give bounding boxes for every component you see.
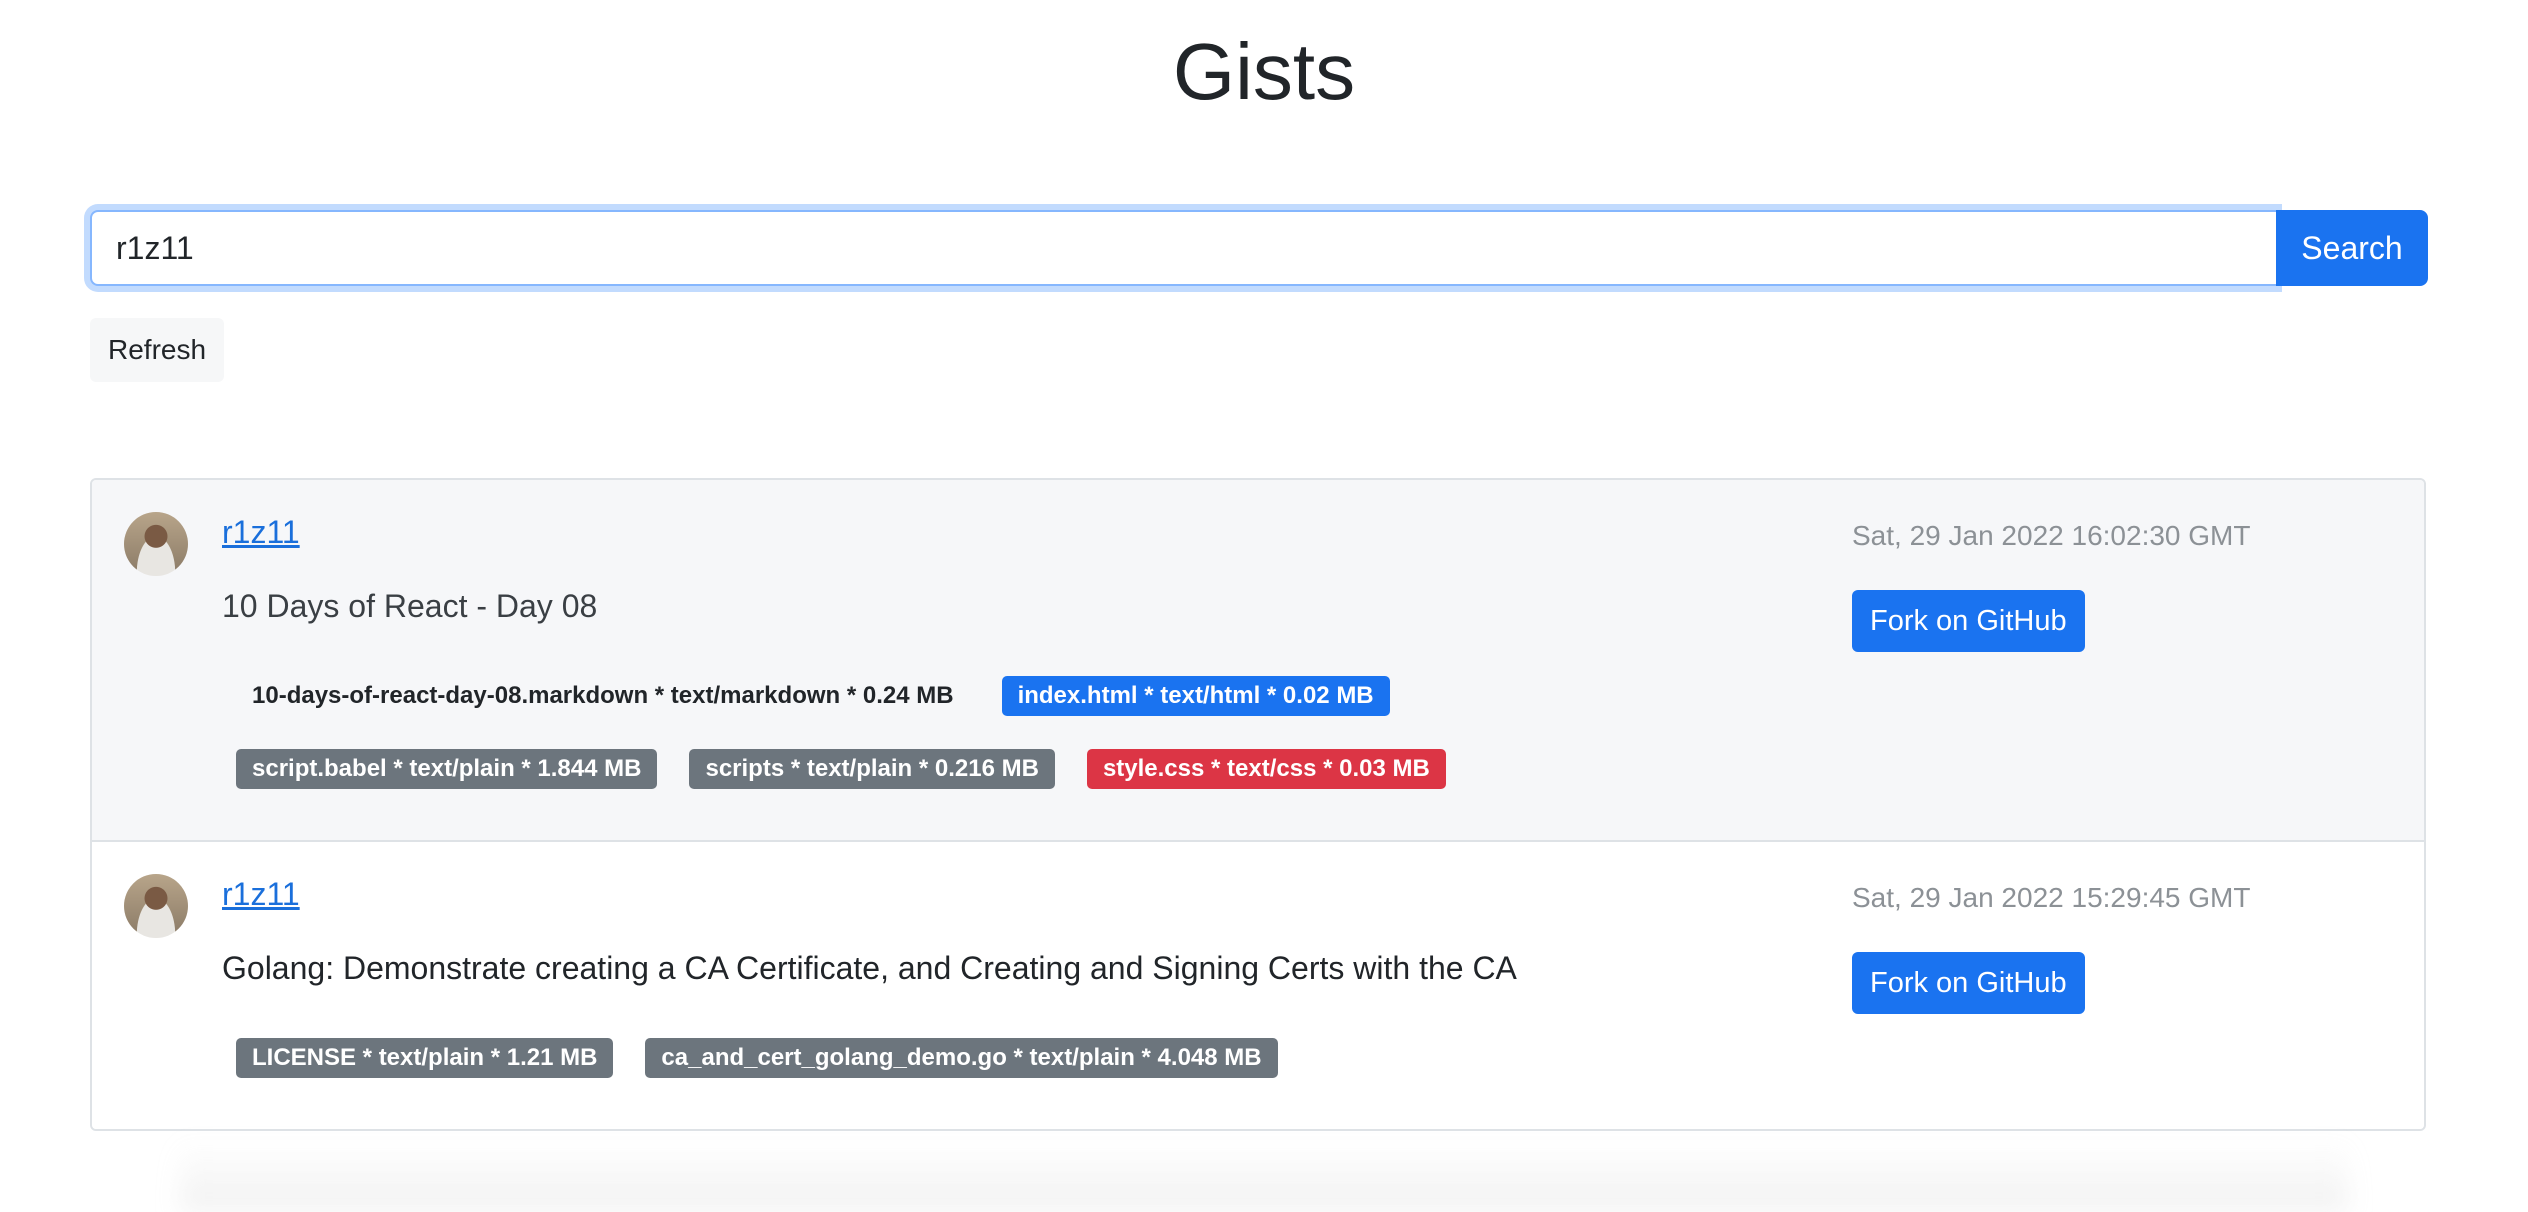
gist-owner-link[interactable]: r1z11 xyxy=(222,876,300,913)
avatar xyxy=(124,512,188,576)
search-input[interactable] xyxy=(90,210,2276,286)
gist-description: Golang: Demonstrate creating a CA Certif… xyxy=(222,950,1517,986)
gist-date: Sat, 29 Jan 2022 16:02:30 GMT xyxy=(1852,520,2251,551)
fork-on-github-button[interactable]: Fork on GitHub xyxy=(1852,952,2085,1014)
refresh-button[interactable]: Refresh xyxy=(90,318,225,382)
file-badge: scripts * text/plain * 0.216 MB xyxy=(689,749,1055,789)
gist-description: 10 Days of React - Day 08 xyxy=(222,588,598,624)
file-badge: 10-days-of-react-day-08.markdown * text/… xyxy=(252,682,954,709)
gist-date: Sat, 29 Jan 2022 15:29:45 GMT xyxy=(1852,882,2251,913)
file-badge-row: 10-days-of-react-day-08.markdown * text/… xyxy=(236,676,1422,716)
file-badge: script.babel * text/plain * 1.844 MB xyxy=(236,749,658,789)
file-badge: LICENSE * text/plain * 1.21 MB xyxy=(236,1038,614,1078)
fork-on-github-button[interactable]: Fork on GitHub xyxy=(1852,590,2085,652)
page-title: Gists xyxy=(1172,27,1356,116)
file-badge: ca_and_cert_golang_demo.go * text/plain … xyxy=(645,1038,1278,1078)
search-bar: Search xyxy=(90,210,2428,288)
gists-page: Gists Search Refresh r1z11 10 Days of Re… xyxy=(0,0,2528,1212)
avatar xyxy=(124,874,188,938)
gist-owner-link[interactable]: r1z11 xyxy=(222,514,300,551)
file-badge-row: script.babel * text/plain * 1.844 MB scr… xyxy=(236,749,1478,789)
file-badge-row: LICENSE * text/plain * 1.21 MB ca_and_ce… xyxy=(236,1038,1310,1078)
gist-list: r1z11 10 Days of React - Day 08 Sat, 29 … xyxy=(90,478,2426,1131)
file-badge: style.css * text/css * 0.03 MB xyxy=(1086,749,1446,789)
gist-item[interactable]: r1z11 10 Days of React - Day 08 Sat, 29 … xyxy=(92,480,2424,842)
search-button[interactable]: Search xyxy=(2276,210,2428,286)
file-badge: index.html * text/html * 0.02 MB xyxy=(1001,676,1390,716)
gist-item[interactable]: r1z11 Golang: Demonstrate creating a CA … xyxy=(92,842,2424,1129)
toast-shadow xyxy=(180,1140,2348,1212)
